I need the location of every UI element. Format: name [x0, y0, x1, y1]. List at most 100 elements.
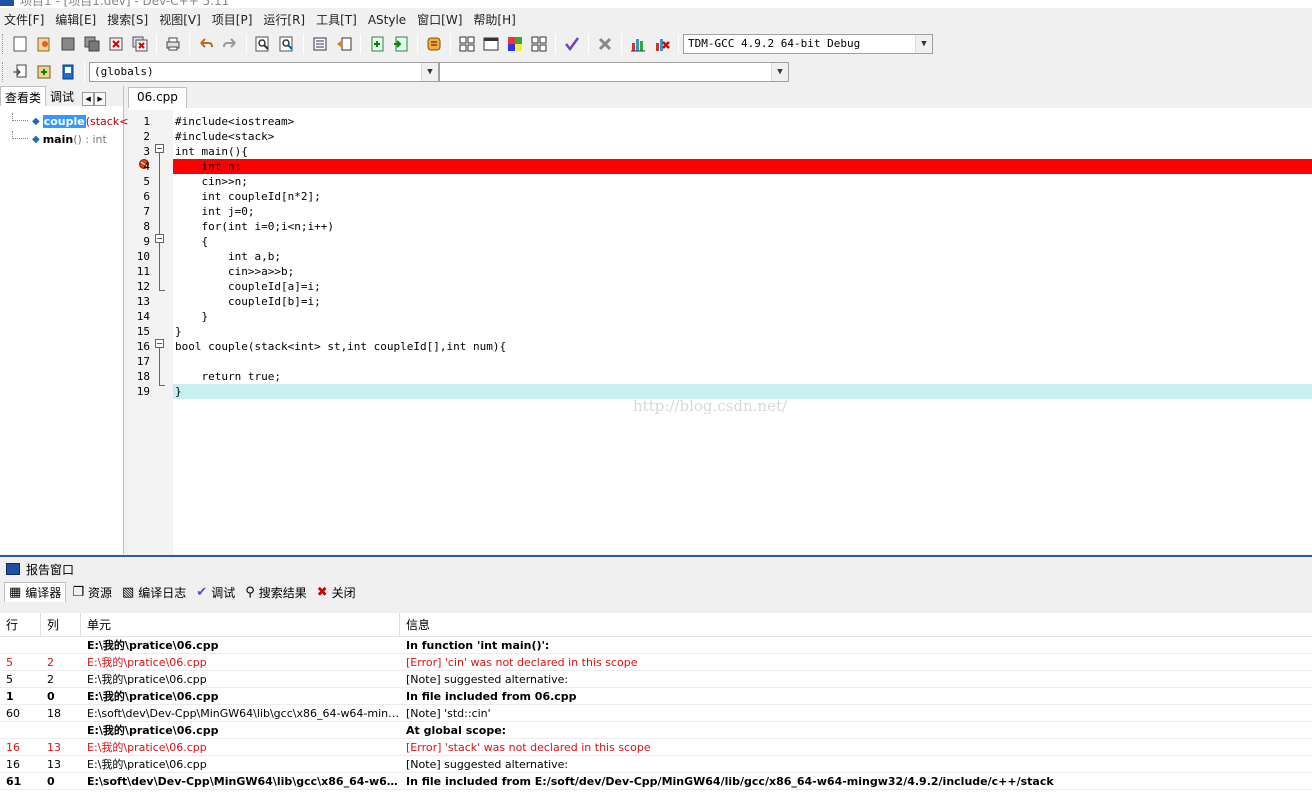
table-row[interactable]: 5 2 E:\我的\pratice\06.cpp [Error] 'cin' was …: [0, 654, 1312, 671]
profile-icon[interactable]: [627, 33, 649, 55]
code-line-current[interactable]: }: [173, 384, 1312, 399]
fold-toggle-icon[interactable]: −: [155, 339, 164, 348]
tree-item-couple[interactable]: ◆ couple (stack<i: [12, 113, 132, 129]
compile-icon[interactable]: [456, 33, 478, 55]
code-line[interactable]: for(int i=0;i<n;i++): [173, 219, 1312, 234]
code-line[interactable]: coupleId[a]=i;: [173, 279, 1312, 294]
code-line[interactable]: {: [173, 234, 1312, 249]
code-text-area[interactable]: http://blog.csdn.net/ #include<iostream>…: [173, 110, 1312, 554]
project-options-icon[interactable]: [423, 33, 445, 55]
tree-item-main[interactable]: ◆ main () : int: [12, 131, 107, 147]
fold-toggle-icon[interactable]: −: [155, 234, 164, 243]
tab-debug[interactable]: 调试: [46, 86, 78, 106]
column-header-message[interactable]: 信息: [400, 613, 1312, 637]
code-line[interactable]: #include<stack>: [173, 129, 1312, 144]
code-line[interactable]: return true;: [173, 369, 1312, 384]
code-line[interactable]: int j=0;: [173, 204, 1312, 219]
table-row[interactable]: 5 2 E:\我的\pratice\06.cpp [Note] suggested a…: [0, 671, 1312, 688]
code-line[interactable]: int a,b;: [173, 249, 1312, 264]
tab-debug[interactable]: ✔ 调试: [192, 582, 239, 602]
toggle-bookmark-icon[interactable]: [33, 61, 55, 83]
code-line[interactable]: [173, 354, 1312, 369]
toolbar-grip[interactable]: [2, 33, 5, 54]
table-row[interactable]: 16 13 E:\我的\pratice\06.cpp [Note] suggested…: [0, 756, 1312, 773]
menu-view[interactable]: 视图[V]: [155, 11, 208, 28]
toolbar-grip[interactable]: [2, 61, 5, 82]
add-to-project-icon[interactable]: [366, 33, 388, 55]
code-line[interactable]: coupleId[b]=i;: [173, 294, 1312, 309]
code-line[interactable]: }: [173, 324, 1312, 339]
menu-search[interactable]: 搜索[S]: [103, 11, 155, 28]
menu-help[interactable]: 帮助[H]: [469, 11, 522, 28]
syntax-check-icon[interactable]: [561, 33, 583, 55]
toolbar-separator: [156, 33, 157, 54]
code-line-breakpoint[interactable]: int n;: [173, 159, 1312, 174]
rebuild-all-icon[interactable]: [528, 33, 550, 55]
compile-run-icon[interactable]: [504, 33, 526, 55]
report-window-icon: [6, 563, 20, 575]
replace-icon[interactable]: [276, 33, 298, 55]
redo-icon[interactable]: [219, 33, 241, 55]
cell-message: In file included from E:/soft/dev/Dev-Cp…: [406, 774, 1054, 788]
chevron-down-icon[interactable]: ▼: [771, 62, 788, 81]
goto-bookmark-icon[interactable]: [57, 61, 79, 83]
new-file-icon[interactable]: [9, 33, 31, 55]
tab-compiler[interactable]: ▦ 编译器: [4, 582, 67, 602]
menu-astyle[interactable]: AStyle: [364, 13, 413, 27]
run-icon[interactable]: [480, 33, 502, 55]
compiler-select[interactable]: TDM-GCC 4.9.2 64-bit Debug ▼: [683, 33, 933, 54]
code-line[interactable]: #include<iostream>: [173, 114, 1312, 129]
table-row[interactable]: E:\我的\pratice\06.cpp In function 'int mai…: [0, 637, 1312, 654]
chevron-down-icon[interactable]: ▼: [421, 62, 438, 81]
column-header-line[interactable]: 行: [0, 612, 41, 637]
scope-select[interactable]: (globals) ▼: [89, 61, 439, 82]
tab-search-results[interactable]: ⚲ 搜索结果: [241, 582, 311, 602]
table-row[interactable]: E:\我的\pratice\06.cpp At global scope:: [0, 722, 1312, 739]
member-select[interactable]: ▼: [439, 61, 789, 82]
menu-project[interactable]: 项目[P]: [208, 11, 260, 28]
remove-from-project-icon[interactable]: [390, 33, 412, 55]
code-line[interactable]: }: [173, 309, 1312, 324]
tab-resources[interactable]: ❐ 资源: [68, 582, 116, 602]
line-number-gutter[interactable]: − − − 1 2 3 4 5 6 7 8 9 10 11 12 13 14 15 16 17 18 19: [128, 110, 173, 554]
scroll-left-icon[interactable]: ◀: [82, 92, 95, 106]
indent-icon[interactable]: [309, 33, 331, 55]
code-line[interactable]: cin>>n;: [173, 174, 1312, 189]
open-file-icon[interactable]: [33, 33, 55, 55]
column-header-col[interactable]: 列: [41, 612, 81, 637]
code-line[interactable]: bool couple(stack<int> st,int coupleId[]…: [173, 339, 1312, 354]
save-all-icon[interactable]: [81, 33, 103, 55]
menu-file[interactable]: 文件[F]: [0, 11, 51, 28]
cell-col: 13: [47, 757, 61, 771]
tab-compile-log[interactable]: ▧ 编译日志: [118, 582, 190, 602]
scroll-right-icon[interactable]: ▶: [94, 92, 107, 106]
stop-execution-icon[interactable]: [594, 33, 616, 55]
table-row[interactable]: 61 0 E:\soft\dev\Dev-Cpp\MinGW64\lib\gcc\x…: [0, 773, 1312, 790]
menu-window[interactable]: 窗口[W]: [413, 11, 469, 28]
code-line[interactable]: int main(){: [173, 144, 1312, 159]
tab-class-view[interactable]: 查看类: [0, 86, 47, 106]
tab-file[interactable]: 06.cpp: [128, 87, 187, 108]
close-all-icon[interactable]: [129, 33, 151, 55]
tab-close[interactable]: ✖ 关闭: [313, 582, 360, 602]
cell-unit: E:\我的\pratice\06.cpp: [87, 690, 219, 703]
insert-icon[interactable]: [9, 61, 31, 83]
close-file-icon[interactable]: [105, 33, 127, 55]
menu-run[interactable]: 运行[R]: [259, 11, 312, 28]
menu-tools[interactable]: 工具[T]: [312, 11, 364, 28]
table-row[interactable]: 1 0 E:\我的\pratice\06.cpp In file included f…: [0, 688, 1312, 705]
menu-edit[interactable]: 编辑[E]: [51, 11, 103, 28]
chevron-down-icon[interactable]: ▼: [915, 34, 932, 53]
save-icon[interactable]: [57, 33, 79, 55]
table-row[interactable]: 16 13 E:\我的\pratice\06.cpp [Error] 'stack' …: [0, 739, 1312, 756]
code-line[interactable]: int coupleId[n*2];: [173, 189, 1312, 204]
unindent-icon[interactable]: [333, 33, 355, 55]
delete-profile-icon[interactable]: [651, 33, 673, 55]
column-header-unit[interactable]: 单元: [81, 612, 400, 637]
code-line[interactable]: cin>>a>>b;: [173, 264, 1312, 279]
find-icon[interactable]: [252, 33, 274, 55]
table-row[interactable]: 60 18 E:\soft\dev\Dev-Cpp\MinGW64\lib\gcc\…: [0, 705, 1312, 722]
undo-icon[interactable]: [195, 33, 217, 55]
fold-toggle-icon[interactable]: −: [155, 144, 164, 153]
print-icon[interactable]: [162, 33, 184, 55]
